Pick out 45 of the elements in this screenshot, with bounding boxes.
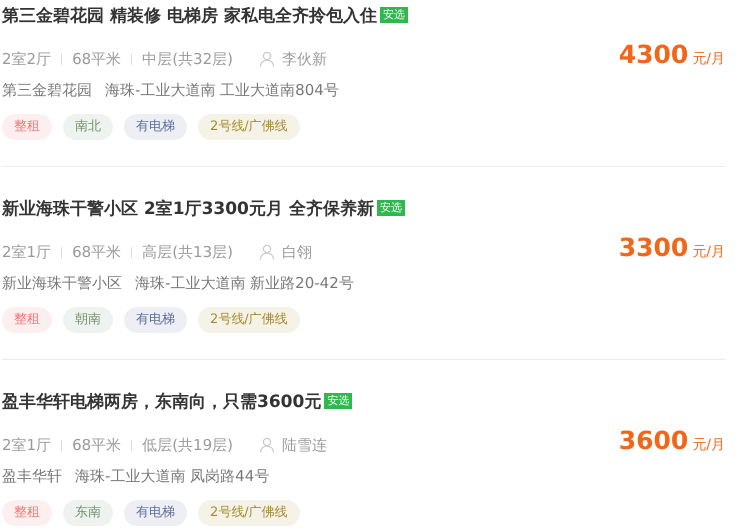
feature-tag: 朝南: [63, 307, 113, 333]
feature-tag: 东南: [63, 500, 113, 526]
address-text: 海珠-工业大道南 凤岗路44号: [75, 466, 270, 486]
community-name: 新业海珠干警小区: [2, 274, 122, 292]
community-name: 第三金碧花园: [2, 80, 92, 100]
feature-tag: 整租: [2, 114, 52, 140]
floor-area: 68平米: [72, 242, 122, 262]
agent-name: 白翎: [282, 242, 312, 262]
verified-badge: 安选: [324, 393, 352, 409]
feature-tag: 有电梯: [124, 307, 187, 333]
room-layout: 2室1厅: [2, 436, 52, 454]
room-layout: 2室2厅: [2, 50, 52, 68]
listing-title[interactable]: 新业海珠干警小区 2室1厅3300元月 全齐保养新: [2, 196, 374, 220]
person-icon: [258, 437, 275, 453]
feature-tag: 有电梯: [124, 500, 187, 526]
price-unit: 元/月: [692, 50, 725, 68]
agent-name: 李伙新: [282, 50, 327, 68]
price-amount: 4300: [618, 40, 688, 69]
floor-level: 高层(共13层): [142, 242, 233, 262]
price-unit: 元/月: [692, 436, 725, 454]
address-text: 海珠-工业大道南 工业大道南804号: [105, 80, 339, 100]
feature-tag: 2号线/广佛线: [198, 114, 300, 140]
feature-tag: 整租: [2, 307, 52, 333]
community-name: 盈丰华轩: [2, 466, 62, 486]
verified-badge: 安选: [376, 200, 405, 216]
room-layout: 2室1厅: [2, 242, 52, 262]
feature-tag: 南北: [63, 114, 113, 140]
listing-title[interactable]: 第三金碧花园 精装修 电梯房 家私电全齐拎包入住: [2, 4, 377, 26]
feature-tag: 整租: [2, 500, 52, 526]
floor-area: 68平米: [72, 50, 122, 68]
person-icon: [258, 244, 275, 260]
verified-badge: 安选: [380, 7, 408, 23]
person-icon: [258, 51, 275, 67]
price-unit: 元/月: [692, 243, 725, 261]
feature-tag: 2号线/广佛线: [198, 307, 300, 333]
price-amount: 3600: [618, 426, 688, 455]
price-amount: 3300: [618, 233, 688, 262]
address-text: 海珠-工业大道南 新业路20-42号: [135, 274, 354, 292]
floor-level: 低层(共19层): [142, 436, 233, 454]
agent-name: 陆雪连: [282, 436, 327, 454]
feature-tag: 有电梯: [124, 114, 187, 140]
floor-area: 68平米: [72, 436, 122, 454]
feature-tag: 2号线/广佛线: [198, 500, 300, 526]
listing-title[interactable]: 盈丰华轩电梯两房，东南向，只需3600元: [2, 390, 322, 412]
floor-level: 中层(共32层): [142, 50, 233, 68]
